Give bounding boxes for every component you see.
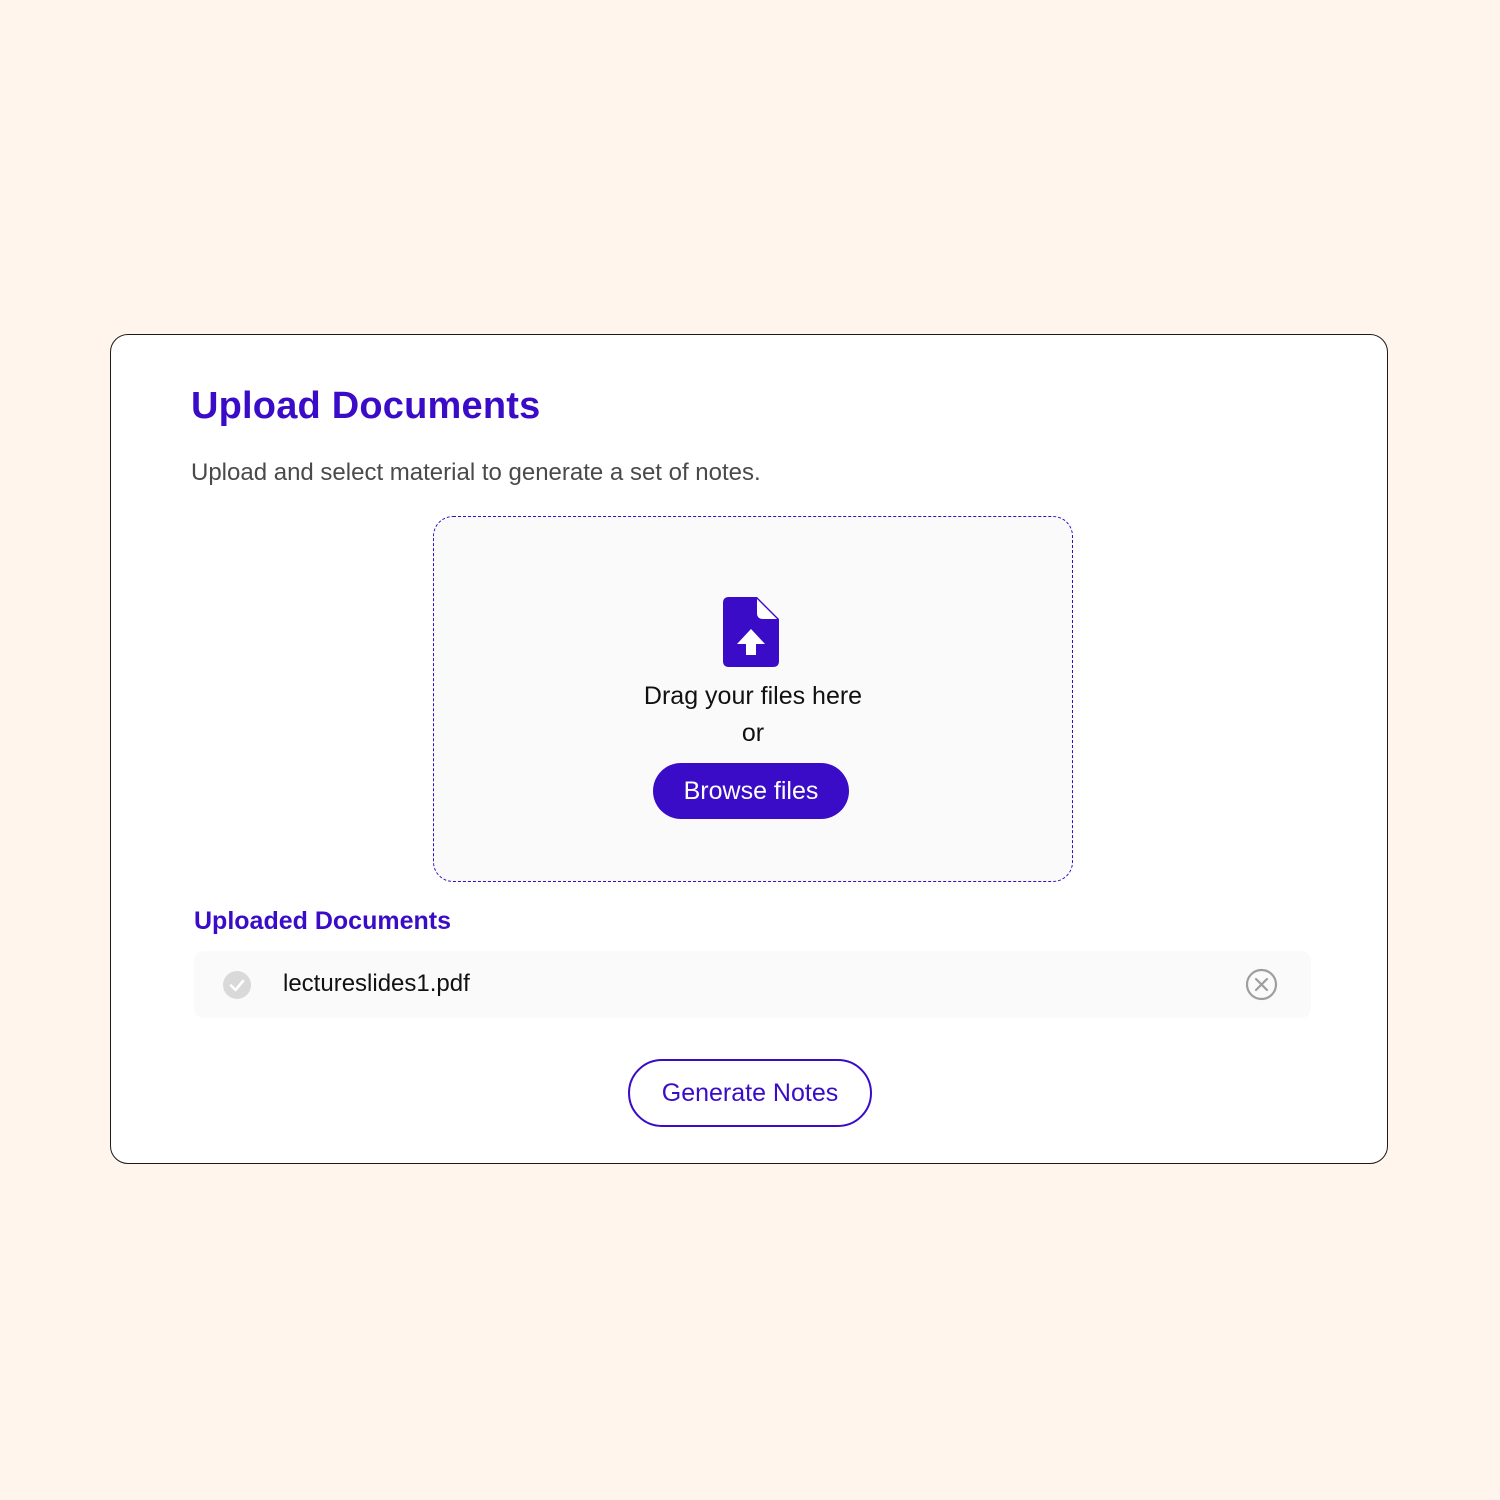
- uploaded-documents-heading: Uploaded Documents: [194, 907, 451, 935]
- check-circle-icon: [223, 971, 251, 999]
- page-title: Upload Documents: [191, 385, 541, 427]
- uploaded-file-row[interactable]: lectureslides1.pdf: [194, 951, 1311, 1018]
- file-name: lectureslides1.pdf: [283, 970, 470, 997]
- or-separator: or: [741, 719, 765, 747]
- page-subtitle: Upload and select material to generate a…: [191, 459, 761, 486]
- generate-notes-button[interactable]: Generate Notes: [628, 1059, 872, 1127]
- close-circle-icon[interactable]: [1245, 968, 1278, 1001]
- file-dropzone[interactable]: Drag your files here or Browse files: [433, 516, 1073, 882]
- upload-card: Upload Documents Upload and select mater…: [110, 334, 1388, 1164]
- drag-instructions: Drag your files here: [643, 682, 863, 710]
- file-upload-icon: [723, 597, 779, 667]
- browse-files-button[interactable]: Browse files: [653, 763, 849, 819]
